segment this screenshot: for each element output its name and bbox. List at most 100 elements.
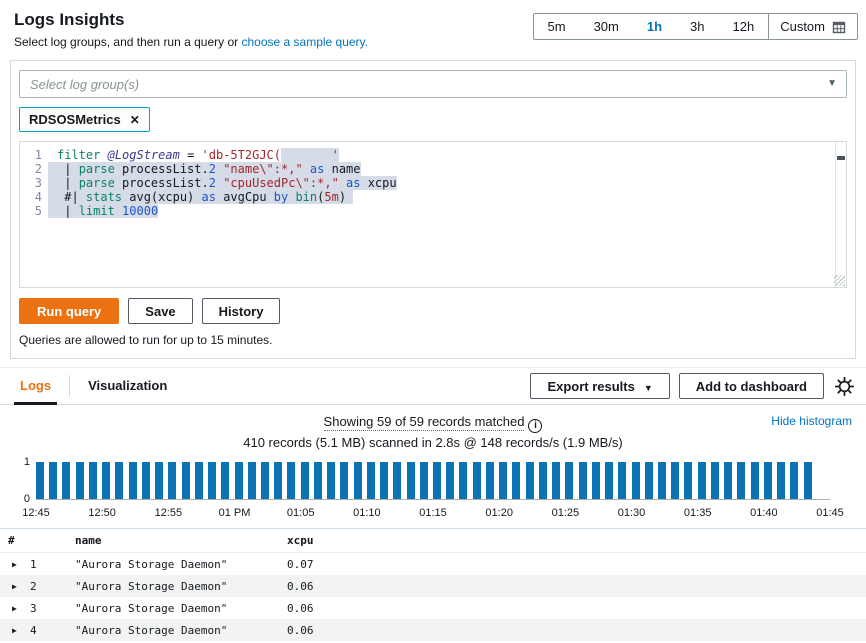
histogram-bar xyxy=(195,462,203,499)
histogram-xlabels: 12:4512:5012:5501 PM01:0501:1001:1501:20… xyxy=(0,507,866,521)
histogram-bar xyxy=(182,462,190,499)
subtitle-text: Select log groups, and then run a query … xyxy=(14,35,241,49)
histogram-bar xyxy=(605,462,613,499)
histogram-bar xyxy=(367,462,375,499)
row-xcpu-value: 0.07 xyxy=(287,558,866,571)
results-panel: Logs Visualization Export results▼ Add t… xyxy=(0,367,866,643)
results-status: Showing 59 of 59 records matchedi 410 re… xyxy=(0,405,866,449)
histogram-bar xyxy=(36,462,44,499)
histogram-bar xyxy=(526,462,534,499)
expand-row-icon[interactable]: ▶ xyxy=(0,582,30,591)
editor-scrollbar[interactable] xyxy=(835,142,846,287)
histogram-bar xyxy=(499,462,507,499)
row-number: 4 xyxy=(30,624,75,637)
records-matched-line: Showing 59 of 59 records matchedi xyxy=(0,414,866,433)
code-line: | parse processList.2 "name\":*," as nam… xyxy=(20,162,834,176)
x-tick-label: 01 PM xyxy=(219,507,251,519)
expand-row-icon[interactable]: ▶ xyxy=(0,626,30,635)
histogram-bar xyxy=(129,462,137,499)
editor-resize-handle[interactable] xyxy=(834,275,845,286)
histogram-bar xyxy=(314,462,322,499)
tab-divider xyxy=(69,375,70,397)
histogram-bar xyxy=(62,462,70,499)
remove-log-group-icon[interactable]: ✕ xyxy=(130,113,140,127)
x-tick-label: 01:25 xyxy=(552,507,580,519)
custom-time-range-button[interactable]: Custom xyxy=(768,14,857,39)
histogram-bar xyxy=(565,462,573,499)
histogram-bar xyxy=(340,462,348,499)
time-range-5m[interactable]: 5m xyxy=(534,14,580,39)
histogram-bar xyxy=(261,462,269,499)
time-range-3h[interactable]: 3h xyxy=(676,14,718,39)
histogram-bar xyxy=(658,462,666,499)
hide-histogram-link[interactable]: Hide histogram xyxy=(771,414,852,428)
histogram-bar xyxy=(49,462,57,499)
histogram-bar xyxy=(486,462,494,499)
editor-code: filter @LogStream = 'db-5T2GJC( ' | pars… xyxy=(20,148,834,218)
histogram-bar xyxy=(539,462,547,499)
history-button[interactable]: History xyxy=(202,298,281,324)
tab-logs[interactable]: Logs xyxy=(14,368,57,405)
histogram-bar xyxy=(287,462,295,499)
add-to-dashboard-button[interactable]: Add to dashboard xyxy=(679,373,824,399)
tab-visualization-label: Visualization xyxy=(88,378,167,393)
log-group-select[interactable]: Select log group(s) ▼ xyxy=(19,70,847,98)
histogram-bar xyxy=(221,462,229,499)
histogram-bar xyxy=(684,462,692,499)
page-header: Logs Insights Select log groups, and the… xyxy=(0,0,866,58)
histogram-bar xyxy=(235,462,243,499)
y-tick-0: 0 xyxy=(0,493,30,505)
info-icon[interactable]: i xyxy=(528,419,542,433)
histogram-bar xyxy=(512,462,520,499)
time-range-selector: 5m 30m 1h 3h 12h Custom xyxy=(533,13,859,40)
row-name-value: "Aurora Storage Daemon" xyxy=(75,624,287,637)
row-number: 1 xyxy=(30,558,75,571)
sample-query-link[interactable]: choose a sample query. xyxy=(241,35,368,49)
query-editor[interactable]: 12345 filter @LogStream = 'db-5T2GJC( ' … xyxy=(19,141,847,288)
row-name-value: "Aurora Storage Daemon" xyxy=(75,558,287,571)
histogram-plot xyxy=(36,462,830,500)
chevron-down-icon: ▼ xyxy=(644,383,653,393)
table-row[interactable]: ▶4"Aurora Storage Daemon"0.06 xyxy=(0,619,866,641)
histogram-bar xyxy=(208,462,216,499)
histogram-bar xyxy=(698,462,706,499)
row-xcpu-value: 0.06 xyxy=(287,580,866,593)
editor-scrollbar-thumb[interactable] xyxy=(837,156,845,160)
export-results-button[interactable]: Export results▼ xyxy=(530,373,669,399)
histogram-bar xyxy=(380,462,388,499)
table-row[interactable]: ▶2"Aurora Storage Daemon"0.06 xyxy=(0,575,866,597)
query-panel: Select log group(s) ▼ RDSOSMetrics ✕ 123… xyxy=(10,60,856,359)
run-query-button[interactable]: Run query xyxy=(19,298,119,324)
time-range-12h[interactable]: 12h xyxy=(719,14,769,39)
time-range-1h[interactable]: 1h xyxy=(633,14,676,39)
code-line: | parse processList.2 "cpuUsedPc\":*," a… xyxy=(20,176,834,190)
table-row[interactable]: ▶3"Aurora Storage Daemon"0.06 xyxy=(0,597,866,619)
histogram-bar xyxy=(790,462,798,499)
expand-row-icon[interactable]: ▶ xyxy=(0,560,30,569)
histogram-bar xyxy=(473,462,481,499)
results-actions: Export results▼ Add to dashboard xyxy=(530,373,856,399)
x-tick-label: 01:15 xyxy=(419,507,447,519)
histogram-bar xyxy=(804,462,812,499)
x-tick-label: 01:10 xyxy=(353,507,381,519)
save-button[interactable]: Save xyxy=(128,298,192,324)
time-range-30m[interactable]: 30m xyxy=(580,14,633,39)
tab-visualization[interactable]: Visualization xyxy=(82,368,173,405)
table-body: ▶1"Aurora Storage Daemon"0.07▶2"Aurora S… xyxy=(0,553,866,643)
histogram-bar xyxy=(737,462,745,499)
histogram-bar xyxy=(751,462,759,499)
custom-label: Custom xyxy=(780,19,825,34)
histogram-bar xyxy=(102,462,110,499)
histogram-bar xyxy=(459,462,467,499)
histogram-bar xyxy=(671,462,679,499)
results-tabs: Logs Visualization Export results▼ Add t… xyxy=(0,368,866,405)
histogram-bar xyxy=(407,462,415,499)
settings-gear-icon[interactable] xyxy=(833,377,856,396)
table-row[interactable]: ▶1"Aurora Storage Daemon"0.07 xyxy=(0,553,866,575)
histogram-bar xyxy=(645,462,653,499)
histogram-bar xyxy=(248,462,256,499)
code-line: filter @LogStream = 'db-5T2GJC( ' xyxy=(20,148,834,162)
log-group-tag-label: RDSOSMetrics xyxy=(29,112,121,127)
expand-row-icon[interactable]: ▶ xyxy=(0,604,30,613)
histogram-bar xyxy=(632,462,640,499)
